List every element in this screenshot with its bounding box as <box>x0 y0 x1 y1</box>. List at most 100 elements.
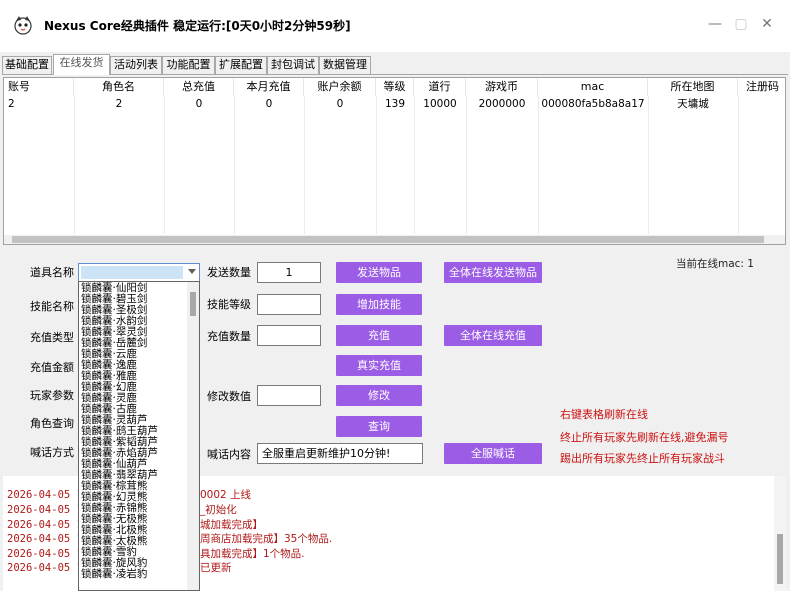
cell-map: 天墉城 <box>677 98 709 110</box>
recharge-qty-label: 充值数量 <box>207 330 251 343</box>
table-row[interactable]: 2 2 0 0 0 139 10000 2000000 000080fa5b8a… <box>4 96 785 113</box>
send-all-online-button[interactable]: 全体在线发送物品 <box>444 262 542 283</box>
tab-data-management[interactable]: 数据管理 <box>319 56 371 74</box>
close-icon[interactable]: ✕ <box>757 14 777 34</box>
hint-kick-players: 踢出所有玩家先终止所有玩家战斗 <box>560 452 725 465</box>
add-skill-button[interactable]: 增加技能 <box>336 294 422 315</box>
minimize-icon[interactable]: — <box>705 14 725 34</box>
tab-extension-config[interactable]: 扩展配置 <box>215 56 267 74</box>
tab-feature-config[interactable]: 功能配置 <box>162 56 215 74</box>
scrollbar-thumb[interactable] <box>12 236 764 243</box>
item-name-label: 道具名称 <box>30 266 74 279</box>
table-header: 账号 角色名 总充值 本月充值 账户余额 等级 道行 游戏币 mac 所在地图 … <box>4 78 785 96</box>
dropdown-scrollbar[interactable] <box>187 282 199 590</box>
column-divider <box>74 96 75 234</box>
hint-refresh-online: 右键表格刷新在线 <box>560 408 648 421</box>
column-divider <box>376 96 377 234</box>
real-recharge-button[interactable]: 真实充值 <box>336 355 422 376</box>
column-header-total-recharge[interactable]: 总充值 <box>164 78 234 96</box>
hint-stop-players: 终止所有玩家先刷新在线,避免漏号 <box>560 431 729 444</box>
dropdown-item[interactable]: 锁麟囊·凌岩豹 <box>81 569 147 580</box>
log-time: 2026-04-05 16 <box>7 504 90 516</box>
recharge-qty-input[interactable] <box>257 325 321 346</box>
column-divider <box>234 96 235 234</box>
column-divider <box>304 96 305 234</box>
shout-mode-label: 喊话方式 <box>30 446 74 459</box>
log-message: _初始化 <box>200 504 237 516</box>
log-time: 2026-04-05 16 <box>7 489 90 501</box>
log-time: 2026-04-05 16 <box>7 519 90 531</box>
column-divider <box>648 96 649 234</box>
item-name-combobox[interactable] <box>78 263 200 282</box>
log-time: 2026-04-05 16 <box>7 533 90 545</box>
send-qty-label: 发送数量 <box>207 266 251 279</box>
log-vertical-scrollbar[interactable] <box>774 476 786 591</box>
online-players-table[interactable]: 账号 角色名 总充值 本月充值 账户余额 等级 道行 游戏币 mac 所在地图 … <box>3 77 786 245</box>
column-divider <box>164 96 165 234</box>
tab-packet-debug[interactable]: 封包调试 <box>267 56 319 74</box>
recharge-amount-label: 充值金额 <box>30 361 74 374</box>
log-message: 0002 上线 <box>200 489 252 501</box>
role-query-label: 角色查询 <box>30 417 74 430</box>
skill-name-label: 技能名称 <box>30 300 74 313</box>
app-logo-icon <box>14 16 32 35</box>
window-title: Nexus Core经典插件 稳定运行:[0天0小时2分钟59秒] <box>44 19 351 33</box>
maximize-icon: ▢ <box>734 16 748 32</box>
cell-reg-code <box>738 96 785 113</box>
modify-button[interactable]: 修改 <box>336 385 422 406</box>
tab-strip: 基础配置 在线发货 活动列表 功能配置 扩展配置 封包调试 数据管理 <box>2 54 788 75</box>
column-header-account[interactable]: 账号 <box>4 78 74 96</box>
column-header-map[interactable]: 所在地图 <box>648 78 738 96</box>
send-qty-input[interactable]: 1 <box>257 262 321 283</box>
scrollbar-thumb[interactable] <box>777 534 783 584</box>
skill-level-input[interactable] <box>257 294 321 315</box>
recharge-type-label: 充值类型 <box>30 331 74 344</box>
recharge-all-online-button[interactable]: 全体在线充值 <box>444 325 542 346</box>
scrollbar-thumb[interactable] <box>190 292 196 316</box>
recharge-button[interactable]: 充值 <box>336 325 422 346</box>
tab-basic-config[interactable]: 基础配置 <box>2 56 52 74</box>
column-header-level[interactable]: 等级 <box>376 78 414 96</box>
item-dropdown-list[interactable]: 锁麟囊·仙阳剑 锁麟囊·碧玉剑 锁麟囊·圣极剑 锁麟囊·水韵剑 锁麟囊·翠灵剑 … <box>78 281 200 591</box>
cell-game-coin: 2000000 <box>478 98 526 110</box>
tab-activity-list[interactable]: 活动列表 <box>110 56 162 74</box>
modify-value-input[interactable] <box>257 385 321 406</box>
log-time: 2026-04-05 16 <box>7 562 90 574</box>
log-message: 具加载完成】1个物品. <box>200 548 305 560</box>
cell-level: 139 <box>384 98 406 110</box>
online-mac-count: 当前在线mac: 1 <box>676 258 754 270</box>
log-message: 已更新 <box>200 562 232 574</box>
cell-month-recharge: 0 <box>265 98 273 110</box>
column-header-month-recharge[interactable]: 本月充值 <box>234 78 304 96</box>
skill-level-label: 技能等级 <box>207 298 251 311</box>
query-button[interactable]: 查询 <box>336 416 422 437</box>
column-header-mac[interactable]: mac <box>538 78 648 96</box>
column-divider <box>738 96 739 234</box>
table-horizontal-scrollbar[interactable] <box>4 235 785 244</box>
log-time: 2026-04-05 16 <box>7 548 90 560</box>
shout-content-label: 喊话内容 <box>207 448 251 461</box>
title-bar: Nexus Core经典插件 稳定运行:[0天0小时2分钟59秒] — ▢ ✕ <box>0 0 790 52</box>
broadcast-button[interactable]: 全服喊话 <box>444 443 542 464</box>
cell-account: 2 <box>8 98 15 110</box>
column-header-balance[interactable]: 账户余额 <box>304 78 376 96</box>
shout-content-input[interactable]: 全服重启更新维护10分钟! <box>257 443 423 464</box>
column-header-game-coin[interactable]: 游戏币 <box>466 78 538 96</box>
cell-total-recharge: 0 <box>195 98 203 110</box>
send-item-button[interactable]: 发送物品 <box>336 262 422 283</box>
tab-divider <box>2 74 788 75</box>
cell-role-name: 2 <box>115 98 123 110</box>
log-message: 周商店加载完成】35个物品. <box>200 533 333 545</box>
cell-daohang: 10000 <box>423 98 457 110</box>
column-header-reg-code[interactable]: 注册码 <box>738 78 785 96</box>
chevron-down-icon[interactable] <box>188 269 196 274</box>
tab-online-delivery[interactable]: 在线发货 <box>53 54 110 75</box>
column-divider <box>466 96 467 234</box>
modify-value-label: 修改数值 <box>207 390 251 403</box>
column-header-role-name[interactable]: 角色名 <box>74 78 164 96</box>
combobox-selection <box>81 266 183 279</box>
log-message: 城加载完成】 <box>200 519 263 531</box>
cell-balance: 0 <box>336 98 344 110</box>
column-header-daohang[interactable]: 道行 <box>414 78 466 96</box>
player-param-label: 玩家参数 <box>30 389 74 402</box>
